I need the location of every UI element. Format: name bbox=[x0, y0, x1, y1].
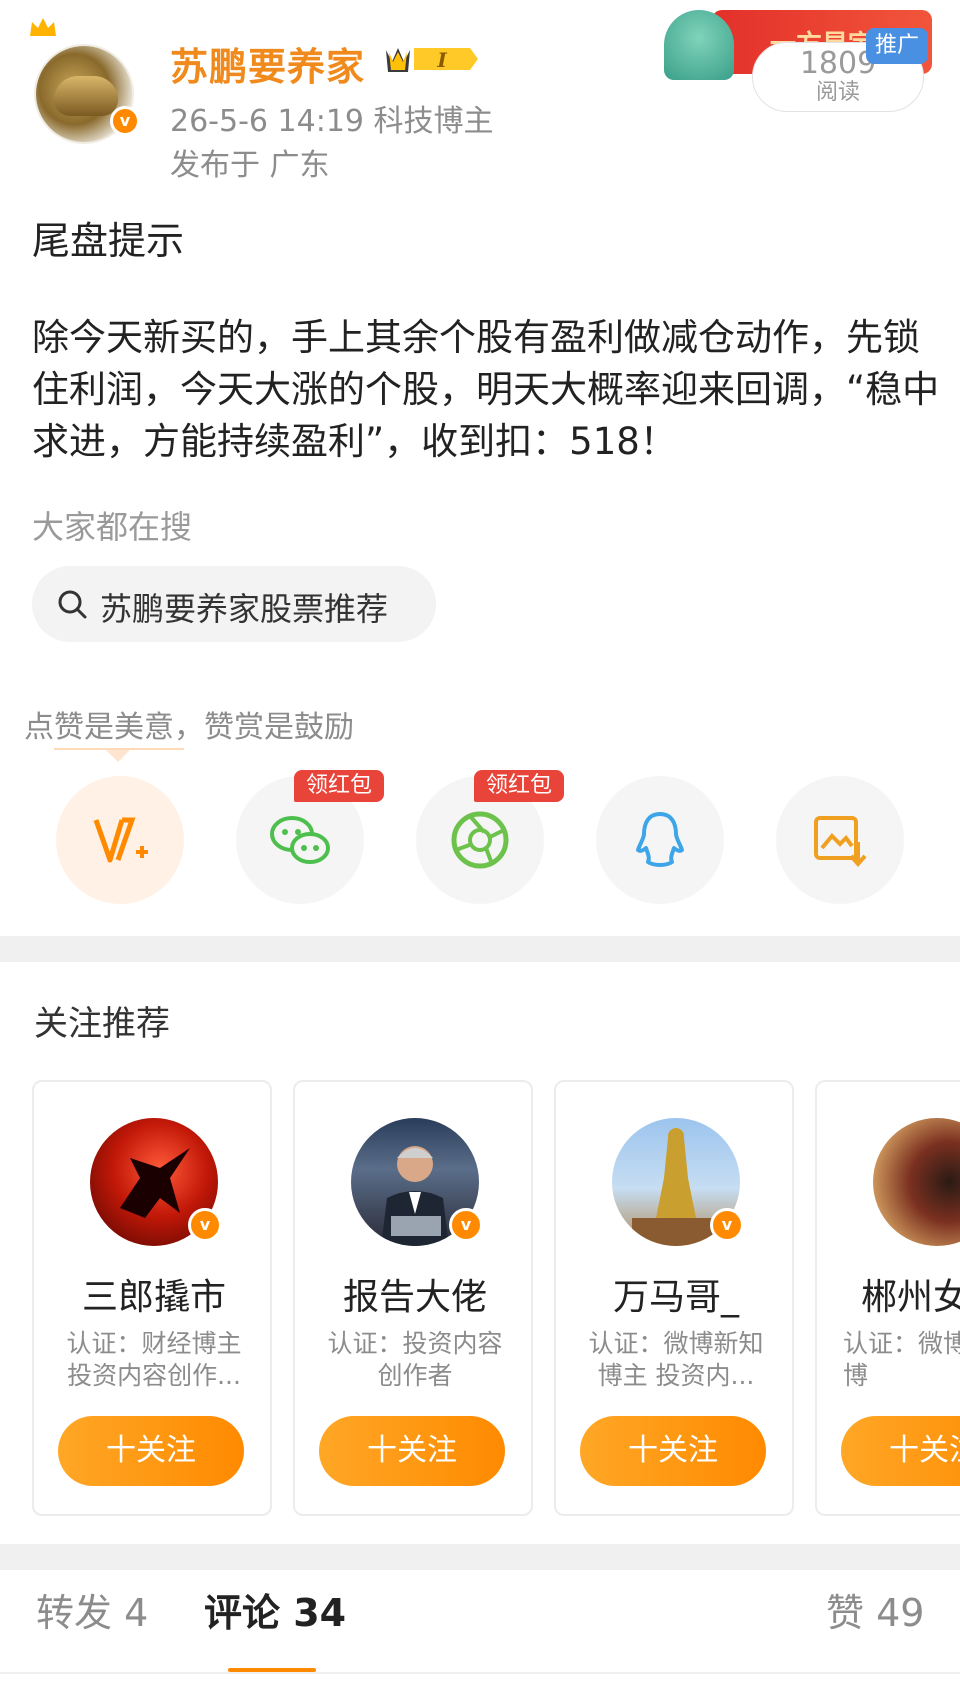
read-label: 阅读 bbox=[815, 80, 860, 105]
recommend-desc: 认证：微博 视频博 bbox=[843, 1329, 960, 1390]
save-image-icon bbox=[814, 816, 867, 868]
section-divider bbox=[0, 1544, 960, 1570]
tab-likes[interactable]: 赞 49 bbox=[826, 1582, 924, 1637]
verified-badge-icon: v bbox=[110, 106, 140, 136]
recommend-card[interactable]: v 报告大佬 认证：投资内容 创作者 十关注 bbox=[293, 1080, 533, 1516]
hot-search-label: 大家都在搜 bbox=[32, 508, 193, 546]
reward-hint: 点赞是美意，赞赏是鼓励 bbox=[24, 710, 354, 745]
share-moments-button[interactable]: 领红包 bbox=[416, 770, 564, 904]
vip-level-badge: I bbox=[386, 48, 478, 72]
recommend-desc: 认证：财经博主 投资内容创作... bbox=[66, 1329, 242, 1390]
recommend-name[interactable]: 三郎撬市 bbox=[34, 1268, 270, 1320]
verified-badge-icon: v bbox=[188, 1208, 222, 1242]
tab-bottom-border bbox=[0, 1672, 960, 1674]
recommend-card[interactable]: v 万马哥_ 认证：微博新知 博主 投资内... 十关注 bbox=[554, 1080, 794, 1516]
hot-search-chip[interactable]: 苏鹏要养家股票推荐 bbox=[32, 566, 436, 642]
follow-button[interactable]: 十关注 bbox=[580, 1416, 766, 1486]
follow-button[interactable]: 十关注 bbox=[58, 1416, 244, 1486]
recommend-title: 关注推荐 bbox=[34, 1004, 170, 1044]
post-body: 除今天新买的，手上其余个股有盈利做减仓动作，先锁住利润，今天大涨的个股，明天大概… bbox=[32, 316, 940, 463]
share-row: 领红包 领红包 bbox=[0, 770, 960, 906]
save-image-button[interactable] bbox=[776, 776, 904, 904]
hot-search-text: 苏鹏要养家股票推荐 bbox=[100, 590, 389, 628]
ad-tag: 推广 bbox=[866, 28, 928, 64]
moments-icon bbox=[451, 811, 509, 869]
post-location: 发布于 广东 bbox=[170, 148, 330, 183]
recommend-name[interactable]: 万马哥_ bbox=[556, 1268, 792, 1320]
tab-repost[interactable]: 转发 4 bbox=[36, 1582, 148, 1637]
tab-comments[interactable]: 评论 34 bbox=[204, 1582, 346, 1637]
interaction-tabs: 转发 4 评论 34 赞 49 bbox=[0, 1570, 960, 1660]
follow-button[interactable]: 十关注 bbox=[319, 1416, 505, 1486]
search-icon bbox=[58, 590, 87, 619]
recommend-card[interactable]: 郴州女 认证：微博 视频博 十关注 bbox=[815, 1080, 960, 1516]
share-qq-button[interactable] bbox=[596, 776, 724, 904]
recommend-avatar[interactable] bbox=[873, 1118, 960, 1246]
red-packet-tag: 领红包 bbox=[474, 770, 564, 802]
hint-caret bbox=[106, 750, 130, 762]
bull-image bbox=[54, 76, 118, 116]
follow-button[interactable]: 十关注 bbox=[841, 1416, 960, 1486]
section-divider bbox=[0, 936, 960, 962]
verified-badge-icon: v bbox=[449, 1208, 483, 1242]
recommend-desc: 认证：投资内容 创作者 bbox=[327, 1329, 503, 1390]
qq-icon bbox=[636, 812, 684, 867]
red-packet-tag: 领红包 bbox=[294, 770, 384, 802]
recommend-name[interactable]: 报告大佬 bbox=[295, 1268, 531, 1320]
wechat-icon bbox=[270, 816, 330, 864]
recommend-card[interactable]: v 三郎撬市 认证：财经博主 投资内容创作... 十关注 bbox=[32, 1080, 272, 1516]
verified-badge-icon: v bbox=[710, 1208, 744, 1242]
reward-button[interactable] bbox=[56, 776, 184, 904]
share-wechat-button[interactable]: 领红包 bbox=[236, 770, 384, 904]
vip-level: I bbox=[436, 48, 447, 72]
promo-widget[interactable]: 一方星宇 1809 阅读 推广 bbox=[652, 0, 960, 120]
crown-icon bbox=[30, 18, 56, 36]
post-title: 尾盘提示 bbox=[32, 219, 185, 263]
post-meta: 26-5-6 14:19 科技博主 bbox=[170, 104, 494, 139]
tree-decoration-icon bbox=[664, 10, 734, 80]
recommend-name[interactable]: 郴州女 bbox=[861, 1268, 960, 1320]
recommend-desc: 认证：微博新知 博主 投资内... bbox=[588, 1329, 764, 1390]
v-plus-icon bbox=[93, 817, 148, 863]
author-name[interactable]: 苏鹏要养家 bbox=[170, 36, 365, 91]
